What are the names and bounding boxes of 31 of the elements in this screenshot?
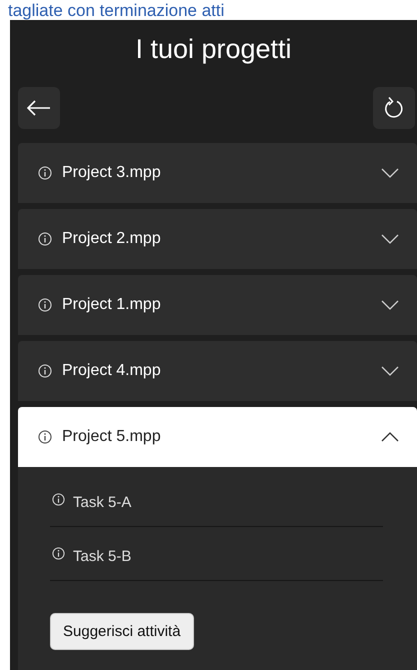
chevron-icon (381, 234, 399, 244)
project-header[interactable]: Project 3.mpp (18, 143, 417, 203)
refresh-button[interactable] (373, 87, 415, 129)
suggest-button[interactable]: Suggerisci attività (50, 613, 194, 650)
project-header[interactable]: Project 1.mpp (18, 275, 417, 335)
chevron-icon (381, 432, 399, 442)
task-name: Task 5-A (73, 494, 132, 511)
task-name: Task 5-B (73, 548, 132, 565)
info-icon (38, 232, 52, 246)
info-icon (38, 166, 52, 180)
info-icon (52, 547, 65, 560)
project-header[interactable]: Project 5.mpp (18, 407, 417, 467)
chevron-icon (381, 366, 399, 376)
back-button[interactable] (18, 87, 60, 129)
project-header[interactable]: Project 2.mpp (18, 209, 417, 269)
project-header[interactable]: Project 4.mpp (18, 341, 417, 401)
info-icon (38, 364, 52, 378)
project-name: Project 3.mpp (62, 164, 162, 182)
refresh-icon (383, 96, 405, 120)
info-icon (38, 430, 52, 444)
info-icon (52, 493, 65, 506)
project-name: Project 1.mpp (62, 296, 162, 314)
back-arrow-icon (27, 100, 51, 116)
project-name: Project 4.mpp (62, 362, 162, 380)
caption-text: tagliate con terminazione atti (8, 1, 224, 20)
chevron-icon (381, 300, 399, 310)
project-name: Project 2.mpp (62, 230, 162, 248)
chevron-icon (381, 168, 399, 178)
page-title: I tuoi progetti (135, 34, 292, 65)
info-icon (38, 298, 52, 312)
project-name: Project 5.mpp (62, 428, 162, 446)
